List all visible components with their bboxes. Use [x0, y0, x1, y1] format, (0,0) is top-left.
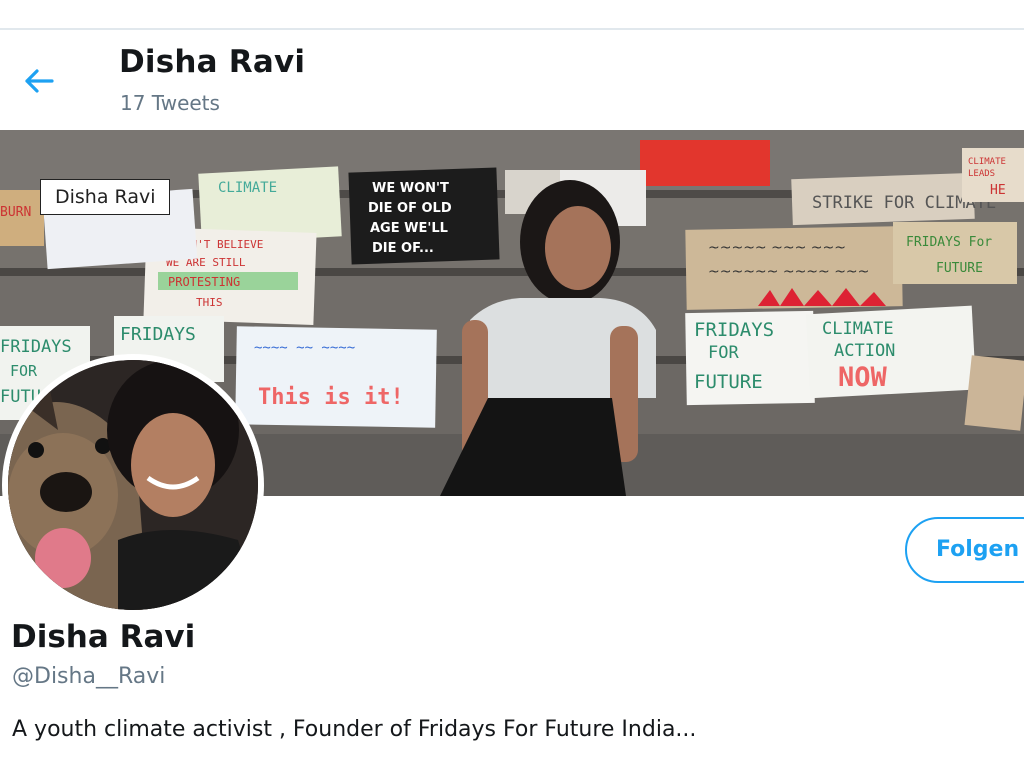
- svg-text:DIE OF...: DIE OF...: [372, 241, 434, 256]
- arrow-left-icon: [25, 69, 54, 93]
- svg-text:~~~~ ~~ ~~~~: ~~~~ ~~ ~~~~: [254, 340, 355, 356]
- svg-text:BURN: BURN: [0, 205, 31, 220]
- svg-text:LEADS: LEADS: [968, 169, 995, 179]
- svg-text:THIS: THIS: [196, 296, 223, 309]
- profile-header: Disha Ravi 17 Tweets: [0, 30, 1024, 130]
- sign-fridays-for-future: FRIDAYS FOR FUTURE: [685, 310, 815, 406]
- svg-text:NOW: NOW: [838, 362, 888, 393]
- header-title: Disha Ravi: [119, 44, 306, 80]
- svg-text:~~~~~~ ~~~~ ~~~: ~~~~~~ ~~~~ ~~~: [708, 264, 869, 280]
- sign-kannada: ~~~~~ ~~~ ~~~ ~~~~~~ ~~~~ ~~~: [685, 226, 903, 310]
- sign-die-of-old-age: WE WON'T DIE OF OLD AGE WE'LL DIE OF...: [348, 167, 500, 265]
- svg-text:DIE OF OLD: DIE OF OLD: [368, 201, 452, 216]
- svg-text:PROTESTING: PROTESTING: [168, 275, 240, 289]
- svg-text:CLIMATE: CLIMATE: [968, 157, 1006, 167]
- tweet-count: 17 Tweets: [120, 91, 220, 115]
- svg-text:HE: HE: [990, 183, 1006, 198]
- svg-text:FUTURE: FUTURE: [694, 371, 763, 393]
- sign-climate-action-now: CLIMATE ACTION NOW: [805, 305, 977, 399]
- sign-climate-leads: CLIMATE LEADS HE: [962, 148, 1024, 202]
- back-button[interactable]: [22, 64, 56, 98]
- svg-text:FRIDAYS: FRIDAYS: [120, 324, 196, 345]
- sign-text: CLIMATE: [218, 180, 277, 196]
- svg-text:FOR: FOR: [708, 343, 739, 363]
- svg-text:WE WON'T: WE WON'T: [372, 181, 449, 196]
- profile-bio: A youth climate activist , Founder of Fr…: [12, 717, 697, 742]
- svg-text:ACTION: ACTION: [834, 341, 895, 361]
- svg-text:~~~~~ ~~~ ~~~: ~~~~~ ~~~ ~~~: [708, 240, 846, 256]
- name-tooltip: Disha Ravi: [40, 179, 171, 215]
- sign-this-is-it: ~~~~ ~~ ~~~~ This is it!: [235, 326, 437, 428]
- avatar[interactable]: [2, 354, 264, 616]
- svg-text:FRIDAYS: FRIDAYS: [694, 319, 774, 341]
- svg-text:CLIMATE: CLIMATE: [822, 319, 894, 339]
- profile-handle: @Disha__Ravi: [12, 664, 166, 689]
- svg-text:This is it!: This is it!: [258, 385, 404, 410]
- svg-text:FRIDAYS: FRIDAYS: [0, 337, 72, 357]
- sign-fff-small: FRIDAYS For FUTURE: [893, 222, 1017, 284]
- svg-text:FUTURE: FUTURE: [936, 261, 983, 276]
- svg-text:FOR: FOR: [10, 362, 38, 380]
- svg-text:AGE WE'LL: AGE WE'LL: [370, 221, 448, 236]
- avatar-photo: [8, 360, 258, 610]
- follow-button[interactable]: Folgen: [905, 517, 1024, 583]
- profile-name: Disha Ravi: [11, 619, 196, 655]
- svg-text:FRIDAYS For: FRIDAYS For: [906, 235, 992, 250]
